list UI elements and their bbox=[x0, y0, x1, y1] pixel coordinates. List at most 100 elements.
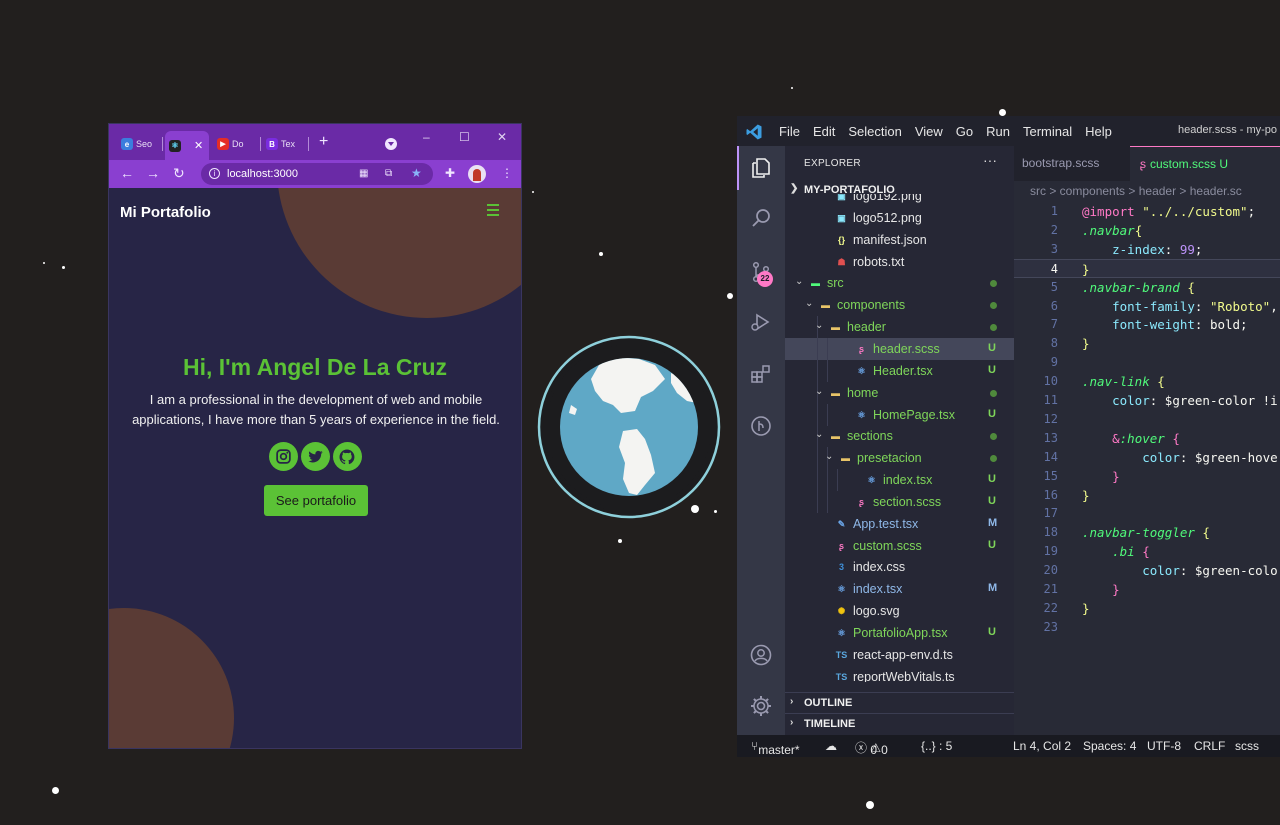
file-tree-item[interactable]: ▣ logo192.png bbox=[785, 194, 1014, 207]
file-tree-item[interactable]: TS react-app-env.d.ts bbox=[785, 644, 1014, 666]
reload-icon[interactable]: ↻ bbox=[173, 165, 185, 182]
code-line[interactable]: 19 .bi { bbox=[1014, 542, 1280, 561]
file-tree-item[interactable]: ⚛ index.tsx U bbox=[785, 469, 1014, 492]
bookmark-star-icon[interactable]: ★ bbox=[411, 166, 422, 180]
code-line[interactable]: 8} bbox=[1014, 334, 1280, 353]
file-tree-item[interactable]: ⌄ ▬ header bbox=[785, 316, 1014, 339]
menu-terminal[interactable]: Terminal bbox=[1023, 124, 1072, 139]
file-tree-item[interactable]: ʂ custom.scss U bbox=[785, 535, 1014, 557]
file-tree-item[interactable]: ⚛ HomePage.tsx U bbox=[785, 403, 1014, 426]
file-tree-item[interactable]: {} manifest.json bbox=[785, 229, 1014, 251]
extensions-icon[interactable]: ✚ bbox=[445, 166, 455, 180]
file-tree-item[interactable]: ✺ logo.svg bbox=[785, 600, 1014, 622]
tab-custom-scss[interactable]: ʂ custom.scss U bbox=[1130, 146, 1280, 181]
menu-edit[interactable]: Edit bbox=[813, 124, 835, 139]
file-tree-item[interactable]: TS reportWebVitals.ts bbox=[785, 666, 1014, 682]
branch-status[interactable]: ⑂ master* bbox=[751, 739, 800, 757]
twitter-icon[interactable] bbox=[300, 442, 330, 471]
code-line[interactable]: 22} bbox=[1014, 599, 1280, 618]
file-tree-item[interactable]: ▣ logo512.png bbox=[785, 207, 1014, 229]
translate-icon[interactable]: ⧉ bbox=[385, 168, 392, 179]
code-line[interactable]: 20 color: $green-colo bbox=[1014, 561, 1280, 580]
code-line[interactable]: 7 font-weight: bold; bbox=[1014, 315, 1280, 334]
github-icon[interactable] bbox=[332, 442, 362, 471]
file-tree-item[interactable]: ✎ App.test.tsx M bbox=[785, 513, 1014, 535]
qr-code-icon[interactable]: ▦ bbox=[359, 168, 368, 179]
run-debug-icon[interactable] bbox=[749, 310, 773, 334]
window-close-icon[interactable]: ✕ bbox=[497, 130, 507, 144]
accounts-icon[interactable] bbox=[749, 643, 773, 667]
sync-icon[interactable]: ☁ bbox=[825, 739, 837, 753]
browser-tab[interactable]: B Tex bbox=[266, 133, 302, 155]
file-tree-item[interactable]: ⚛ index.tsx M bbox=[785, 578, 1014, 600]
file-tree-item[interactable]: ⌄ ▬ sections bbox=[785, 425, 1014, 448]
file-tree-item[interactable]: ⚛ PortafolioApp.tsx U bbox=[785, 622, 1014, 644]
menu-run[interactable]: Run bbox=[986, 124, 1010, 139]
code-line[interactable]: 9 bbox=[1014, 353, 1280, 372]
explorer-icon[interactable] bbox=[749, 156, 773, 180]
browser-tab-active[interactable]: ⚛ ✕ bbox=[165, 131, 209, 160]
bracket-status[interactable]: {..} : 5 bbox=[921, 739, 952, 753]
code-line[interactable]: 13 &:hover { bbox=[1014, 429, 1280, 448]
browser-tab[interactable]: ▶ Do bbox=[217, 133, 253, 155]
tab-search-icon[interactable] bbox=[385, 138, 397, 150]
file-tree-item[interactable]: ☗ robots.txt bbox=[785, 251, 1014, 273]
code-line[interactable]: 4} bbox=[1014, 258, 1280, 278]
new-tab-button[interactable]: + bbox=[319, 133, 328, 151]
minimize-icon[interactable]: – bbox=[423, 130, 430, 144]
timeline-section[interactable]: › TIMELINE bbox=[785, 713, 1014, 733]
extensions-icon[interactable] bbox=[749, 362, 773, 386]
menu-file[interactable]: File bbox=[779, 124, 800, 139]
code-line[interactable]: 18 .navbar-toggler { bbox=[1014, 523, 1280, 542]
browser-tab[interactable]: e Seo bbox=[121, 133, 159, 155]
navbar-brand[interactable]: Mi Portafolio bbox=[120, 204, 211, 221]
source-control-icon[interactable]: 22 bbox=[737, 256, 785, 296]
tab-bootstrap-scss[interactable]: bootstrap.scss bbox=[1022, 146, 1099, 181]
language-status[interactable]: scss bbox=[1235, 739, 1259, 753]
file-tree-item[interactable]: ⌄ ▬ presetacion bbox=[785, 447, 1014, 470]
code-line[interactable]: 15 } bbox=[1014, 467, 1280, 486]
encoding-status[interactable]: UTF-8 bbox=[1147, 739, 1181, 753]
navbar-toggler-icon[interactable] bbox=[487, 204, 499, 216]
menu-selection[interactable]: Selection bbox=[848, 124, 901, 139]
code-line[interactable]: 10 .nav-link { bbox=[1014, 372, 1280, 391]
settings-gear-icon[interactable] bbox=[749, 694, 773, 718]
code-line[interactable]: 21 } bbox=[1014, 580, 1280, 599]
code-line[interactable]: 16} bbox=[1014, 486, 1280, 505]
eol-status[interactable]: CRLF bbox=[1194, 739, 1225, 753]
code-line[interactable]: 14 color: $green-hove bbox=[1014, 448, 1280, 467]
menu-help[interactable]: Help bbox=[1085, 124, 1112, 139]
code-line[interactable]: 6 font-family: "Roboto", bbox=[1014, 297, 1280, 316]
more-menu-icon[interactable]: ⋮ bbox=[501, 166, 513, 180]
code-line[interactable]: 11 color: $green-color !i bbox=[1014, 391, 1280, 410]
code-line[interactable]: 2 .navbar{ bbox=[1014, 221, 1280, 240]
see-portfolio-button[interactable]: See portafolio bbox=[264, 485, 368, 516]
file-tree-item[interactable]: ʂ header.scss U bbox=[785, 337, 1014, 360]
explorer-more-icon[interactable]: ··· bbox=[983, 152, 997, 168]
indent-status[interactable]: Spaces: 4 bbox=[1083, 739, 1136, 753]
maximize-icon[interactable]: ☐ bbox=[459, 130, 470, 144]
code-line[interactable]: 3 z-index: 99; bbox=[1014, 240, 1280, 259]
breadcrumb[interactable]: src > components > header > header.sc bbox=[1030, 184, 1242, 198]
code-line[interactable]: 17 bbox=[1014, 504, 1280, 523]
file-tree-item[interactable]: ⌄ ▬ src bbox=[785, 272, 1014, 294]
code-line[interactable]: 1 @import "../../custom"; bbox=[1014, 202, 1280, 221]
file-tree-item[interactable]: ʂ section.scss U bbox=[785, 490, 1014, 513]
close-icon[interactable]: ✕ bbox=[194, 139, 203, 152]
file-tree-item[interactable]: ⚛ Header.tsx U bbox=[785, 359, 1014, 382]
menu-view[interactable]: View bbox=[915, 124, 943, 139]
menu-go[interactable]: Go bbox=[956, 124, 973, 139]
forward-icon[interactable]: → bbox=[146, 165, 160, 181]
code-line[interactable]: 12 bbox=[1014, 410, 1280, 429]
address-bar[interactable]: i localhost:3000 ▦ ⧉ ★ bbox=[201, 163, 433, 185]
outline-section[interactable]: › OUTLINE bbox=[785, 692, 1014, 712]
instagram-icon[interactable] bbox=[268, 442, 298, 471]
file-tree-item[interactable]: ⌄ ▬ components bbox=[785, 294, 1014, 316]
problems-status[interactable]: ⓧ 0 ⚠ 0 bbox=[855, 739, 888, 757]
search-icon[interactable] bbox=[749, 206, 773, 230]
code-line[interactable]: 5 .navbar-brand { bbox=[1014, 278, 1280, 297]
site-info-icon[interactable]: i bbox=[209, 168, 220, 179]
file-tree-item[interactable]: 3 index.css bbox=[785, 556, 1014, 578]
back-icon[interactable]: ← bbox=[120, 165, 134, 181]
file-tree-item[interactable]: ⌄ ▬ home bbox=[785, 381, 1014, 404]
